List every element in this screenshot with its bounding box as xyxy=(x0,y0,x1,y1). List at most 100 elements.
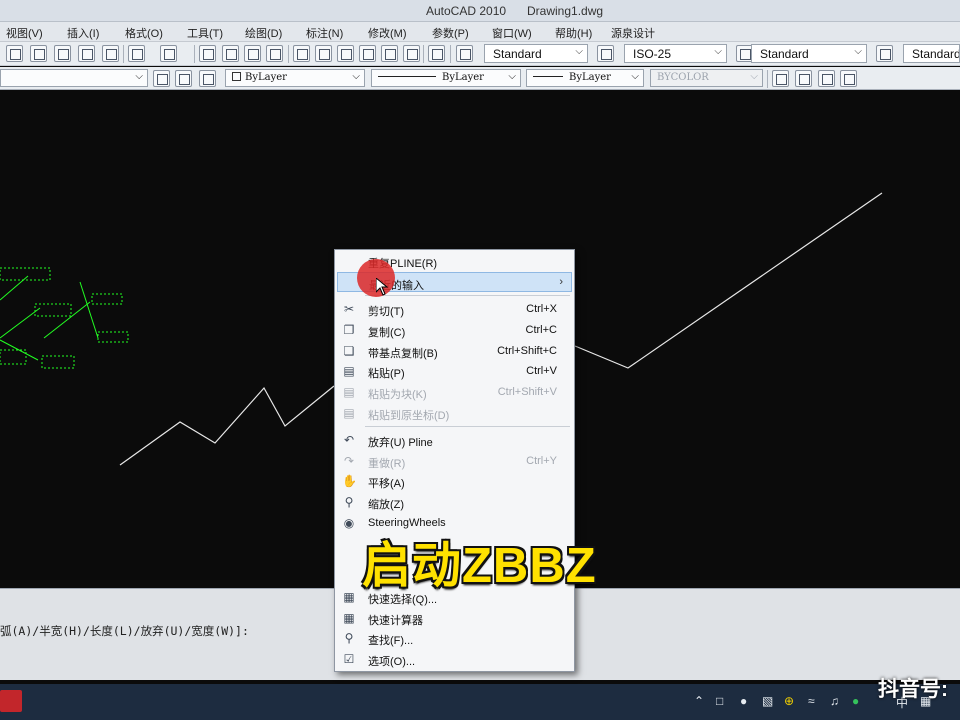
text-style-icon[interactable] xyxy=(456,45,473,62)
zoom-realtime-icon[interactable] xyxy=(222,45,239,62)
properties-icon[interactable] xyxy=(293,45,310,62)
menu-view[interactable]: 视图(V) xyxy=(6,25,43,41)
undo-icon: ↶ xyxy=(343,433,355,447)
tray-app-icon[interactable]: ▧ xyxy=(762,694,773,708)
help-icon[interactable] xyxy=(428,45,445,62)
tray-plus-icon[interactable]: ⊕ xyxy=(784,694,794,708)
menu-draw[interactable]: 绘图(D) xyxy=(245,25,282,41)
menu-item-shortcut: Ctrl+C xyxy=(525,324,557,336)
menu-item-cut[interactable]: ✂ 剪切(T) Ctrl+X xyxy=(337,299,572,319)
autocad-taskbar-icon[interactable] xyxy=(0,690,22,712)
menu-bar: 视图(V) 插入(I) 格式(O) 工具(T) 绘图(D) 标注(N) 修改(M… xyxy=(0,22,960,42)
menu-item-shortcut: Ctrl+Shift+V xyxy=(497,386,557,398)
command-prompt: 弧(A)/半宽(H)/长度(L)/放弃(U)/宽度(W)]: xyxy=(0,624,249,638)
menu-insert[interactable]: 插入(I) xyxy=(67,25,99,41)
zoom-window-icon[interactable] xyxy=(244,45,261,62)
tray-app-icon[interactable]: □ xyxy=(716,694,723,708)
menu-yuanquan[interactable]: 源泉设计 xyxy=(611,25,655,41)
show-hidden-icons-icon[interactable]: ⌃ xyxy=(694,694,704,708)
linetype-value: ByLayer xyxy=(442,72,484,83)
menu-item-copy[interactable]: ❐ 复制(C) Ctrl+C xyxy=(337,320,572,340)
menu-item-shortcut: Ctrl+X xyxy=(526,303,557,315)
menu-item-copy-base[interactable]: ❏ 带基点复制(B) Ctrl+Shift+C xyxy=(337,341,572,361)
menu-format[interactable]: 格式(O) xyxy=(125,25,163,41)
menu-item-label: 带基点复制(B) xyxy=(368,348,438,360)
paste-icon[interactable] xyxy=(54,45,71,62)
speaker-icon[interactable]: ♫ xyxy=(830,694,839,708)
layer-previous-icon[interactable] xyxy=(153,70,170,87)
menu-item-paste-block: ▤ 粘贴为块(K) Ctrl+Shift+V xyxy=(337,382,572,402)
menu-item-shortcut: Ctrl+V xyxy=(526,365,557,377)
plotstyle-select: BYCOLOR ⌵ xyxy=(650,69,763,87)
menu-modify[interactable]: 修改(M) xyxy=(368,25,407,41)
douyin-watermark: 抖音号: xyxy=(878,678,948,701)
green-annotations xyxy=(0,267,129,369)
standard-toolbar: Standard ⌵ ISO-25 ⌵ Standard ⌵ Standard xyxy=(0,42,960,66)
wheel-icon: ◉ xyxy=(343,516,355,530)
design-center-icon[interactable] xyxy=(315,45,332,62)
menu-item-label: 平移(A) xyxy=(368,478,405,490)
menu-item-label: 剪切(T) xyxy=(368,306,405,318)
mleader-style-select[interactable]: Standard xyxy=(903,44,960,63)
block-editor-icon[interactable] xyxy=(102,45,119,62)
menu-window[interactable]: 窗口(W) xyxy=(492,25,532,41)
menu-item-find[interactable]: ⚲ 查找(F)... xyxy=(337,628,572,648)
menu-item-label: 粘贴(P) xyxy=(368,368,405,380)
layer-select[interactable]: ⌵ xyxy=(0,69,148,87)
taskbar: ⌃ □ ● ▧ ⊕ ≈ ♫ ● 中 ▦ xyxy=(0,684,960,720)
cut-icon[interactable] xyxy=(6,45,23,62)
chevron-down-icon: ⌵ xyxy=(352,71,360,82)
menu-item-options[interactable]: ☑ 选项(O)... xyxy=(337,649,572,669)
chevron-down-icon: ⌵ xyxy=(631,71,639,82)
chevron-down-icon: ⌵ xyxy=(575,46,583,57)
table-style-value: Standard xyxy=(760,47,809,61)
scissors-icon: ✂ xyxy=(343,302,355,316)
menu-item-zoom[interactable]: ⚲ 缩放(Z) xyxy=(337,492,572,512)
menu-tools[interactable]: 工具(T) xyxy=(187,25,223,41)
menu-dimension[interactable]: 标注(N) xyxy=(306,25,343,41)
lineweight-value: ByLayer xyxy=(569,72,611,83)
menu-item-paste[interactable]: ▤ 粘贴(P) Ctrl+V xyxy=(337,361,572,381)
menu-item-label: 查找(F)... xyxy=(368,635,414,647)
polyline-right[interactable] xyxy=(574,192,883,369)
send-under-icon[interactable] xyxy=(840,70,857,87)
menu-help[interactable]: 帮助(H) xyxy=(555,25,592,41)
markup-icon[interactable] xyxy=(381,45,398,62)
redo-icon[interactable] xyxy=(160,45,177,62)
menu-item-pan[interactable]: ✋ 平移(A) xyxy=(337,471,572,491)
wifi-icon[interactable]: ≈ xyxy=(808,694,815,708)
layer-states-icon[interactable] xyxy=(175,70,192,87)
menu-item-calculator[interactable]: ▦ 快速计算器 xyxy=(337,608,572,628)
text-style-select[interactable]: Standard ⌵ xyxy=(484,44,588,63)
sheet-set-icon[interactable] xyxy=(359,45,376,62)
table-style-select[interactable]: Standard ⌵ xyxy=(751,44,867,63)
linetype-select[interactable]: ByLayer ⌵ xyxy=(371,69,521,87)
tool-palettes-icon[interactable] xyxy=(337,45,354,62)
undo-icon[interactable] xyxy=(128,45,145,62)
chevron-down-icon: ⌵ xyxy=(508,71,516,82)
color-select[interactable]: ByLayer ⌵ xyxy=(225,69,365,87)
dim-style-icon[interactable] xyxy=(597,45,614,62)
mleader-style-value: Standard xyxy=(912,47,960,61)
make-current-icon[interactable] xyxy=(199,70,216,87)
wechat-icon[interactable]: ● xyxy=(852,694,859,708)
lineweight-select[interactable]: ByLayer ⌵ xyxy=(526,69,644,87)
copy-icon[interactable] xyxy=(30,45,47,62)
quick-select-icon: ▦ xyxy=(343,590,355,604)
match-properties-icon[interactable] xyxy=(78,45,95,62)
tray-app-icon[interactable]: ● xyxy=(740,694,747,708)
menu-item-undo[interactable]: ↶ 放弃(U) Pline xyxy=(337,430,572,450)
pan-icon[interactable] xyxy=(199,45,216,62)
bring-above-icon[interactable] xyxy=(818,70,835,87)
pan-icon: ✋ xyxy=(342,474,357,488)
send-back-icon[interactable] xyxy=(795,70,812,87)
dim-style-select[interactable]: ISO-25 ⌵ xyxy=(624,44,727,63)
bring-front-icon[interactable] xyxy=(772,70,789,87)
calculator-icon[interactable] xyxy=(403,45,420,62)
zoom-previous-icon[interactable] xyxy=(266,45,283,62)
polyline-left[interactable] xyxy=(119,385,335,466)
mouse-cursor-icon xyxy=(376,278,388,296)
menu-parameters[interactable]: 参数(P) xyxy=(432,25,469,41)
menu-item-label: 复制(C) xyxy=(368,327,406,339)
mleader-style-icon[interactable] xyxy=(876,45,893,62)
